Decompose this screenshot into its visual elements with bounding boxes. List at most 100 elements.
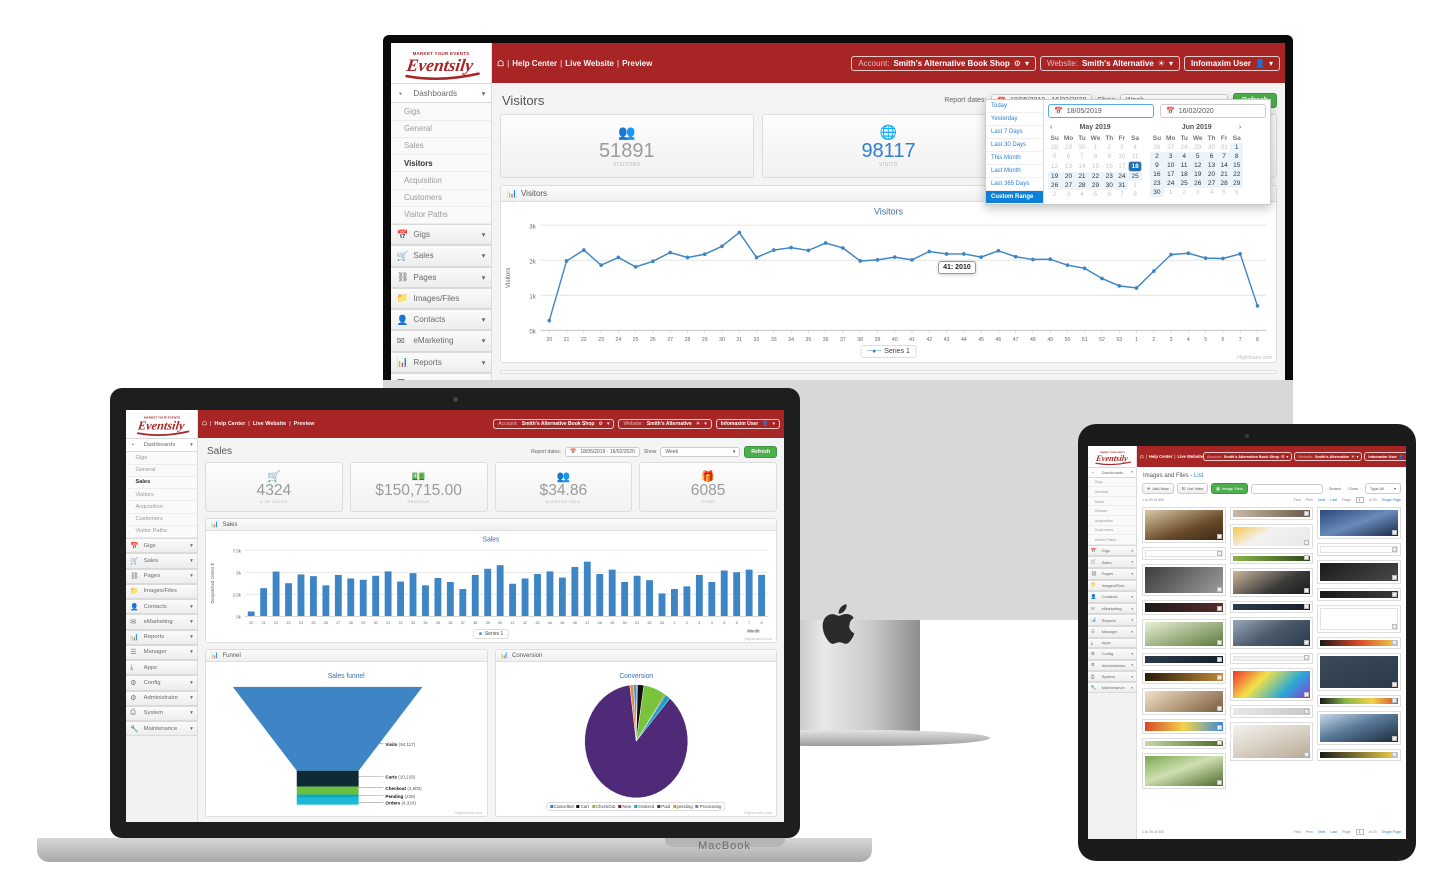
sidebar-item-customers[interactable]: Customers [126,513,197,526]
calendar-left-grid[interactable]: Su Mo Tu We Th Fr Sa 28 29 30 1 2 3 4 5 6 7 8 9 10 11 12 13 14 1… [1048,134,1143,199]
sidebar-group-apps[interactable]: ⤓ Apps [126,660,197,676]
date-range-picker[interactable]: Today Yesterday Last 7 Days Last 30 Days Thi… [985,99,1271,205]
help-center-link[interactable]: Help Center [1149,454,1173,459]
calendar-day[interactable]: 31 [1115,181,1128,190]
image-grid-item[interactable] [1317,695,1401,707]
image-grid-item[interactable] [1142,753,1226,789]
end-date-input[interactable]: 📅 16/02/2020 [1160,104,1266,118]
sidebar-item-gigs[interactable]: Gigs [1088,477,1136,488]
calendar-day[interactable]: 5 [1218,188,1230,197]
calendar-day[interactable]: 4 [1128,143,1142,152]
sidebar-item-general[interactable]: General [1088,487,1136,497]
image-grid-item[interactable] [1142,547,1226,560]
edit-icon[interactable] [1216,587,1222,592]
legend-entry[interactable]: Ordered [634,804,654,809]
sidebar-item-gigs[interactable]: Gigs [126,452,197,465]
date-preset-last-30-days[interactable]: Last 30 Days [986,139,1043,152]
image-grid-item[interactable] [1142,738,1226,749]
pager-prev[interactable]: Prev [1306,498,1313,502]
calendar-day[interactable]: 10 [1116,152,1128,161]
image-grid-item[interactable] [1142,507,1226,543]
calendar-day[interactable]: 14 [1218,161,1231,170]
user-menu[interactable]: Infomaxim User 👤 ▾ [715,419,780,429]
calendar-day[interactable]: 26 [1150,143,1163,152]
legend-entry[interactable]: Cancelled [550,804,574,809]
calendar-day[interactable]: 17 [1163,170,1178,179]
pager-next[interactable]: Next [1318,830,1325,834]
pager-page-input[interactable]: 1 [1355,497,1364,503]
sidebar-group-manager[interactable]: ☰ Manager ▾ [391,372,491,380]
calendar-day[interactable]: 6 [1103,190,1116,199]
home-icon[interactable]: ☖ [1140,454,1144,459]
calendar-day[interactable]: 15 [1088,161,1103,172]
search-button[interactable]: Search [1329,486,1342,491]
edit-icon[interactable] [1304,655,1310,660]
pager-first[interactable]: First [1294,498,1301,502]
edit-icon[interactable] [1304,640,1310,645]
date-preset-yesterday[interactable]: Yesterday [986,113,1043,126]
sidebar-group-reports[interactable]: 📊 Reports ▾ [126,629,197,645]
sidebar-item-sales[interactable]: Sales [1088,496,1136,507]
sidebar-group-gigs[interactable]: 📅 Gigs ▾ [1088,544,1136,557]
calendar-day[interactable]: 20 [1205,170,1218,179]
calendar-day[interactable]: 22 [1088,172,1103,181]
sidebar-group-contacts[interactable]: 👤 Contacts ▾ [126,599,197,615]
date-preset-last-7-days[interactable]: Last 7 Days [986,126,1043,139]
edit-icon[interactable] [1304,511,1310,516]
calendar-day[interactable]: 30 [1076,143,1088,152]
sidebar-group-apps[interactable]: ⤓ Apps [1088,637,1136,649]
calendar-day[interactable]: 26 [1190,179,1206,188]
calendar-day[interactable]: 1 [1128,181,1142,190]
pager-prev[interactable]: Prev [1306,830,1313,834]
calendar-day[interactable]: 9 [1103,152,1116,161]
legend-entry[interactable]: Cart [576,804,589,809]
next-month-button[interactable]: › [1239,124,1241,131]
sidebar-item-customers[interactable]: Customers [391,189,491,207]
calendar-day[interactable]: 1 [1088,143,1103,152]
brand-logo[interactable]: MARKET YOUR EVENTS Eventsily [391,43,492,83]
sidebar-group-maintenance[interactable]: 🔧 Maintenance ▾ [126,721,197,737]
add-new-button[interactable]: ✚ Add New [1142,483,1174,494]
calendar-day[interactable]: 24 [1115,172,1128,181]
website-selector[interactable]: Website: Smith's Alternative ☀ ▾ [618,419,712,429]
image-grid-item[interactable] [1317,749,1401,761]
image-grid-item[interactable] [1229,705,1314,718]
pager-last[interactable]: Last [1330,830,1337,834]
edit-icon[interactable] [1391,547,1397,552]
sidebar-item-general[interactable]: General [391,120,491,138]
edit-icon[interactable] [1391,592,1397,597]
calendar-day[interactable]: 4 [1076,190,1088,199]
account-selector[interactable]: Account: Smith's Alternative Book Shop ⚙… [1203,452,1293,461]
clear-button[interactable]: Clear [1348,486,1358,491]
calendar-day[interactable]: 13 [1061,161,1075,172]
sidebar-group-pages[interactable]: ⛓ Pages ▾ [126,568,197,584]
calendar-day[interactable]: 11 [1177,161,1191,170]
calendar-day[interactable]: 30 [1150,188,1164,197]
sidebar-group-emarketing[interactable]: ✉ eMarketing ▾ [1088,602,1136,615]
search-input[interactable] [1250,483,1323,494]
image-grid-item[interactable] [1229,668,1314,701]
sidebar-group-sales[interactable]: 🛒 Sales ▾ [391,245,491,267]
calendar-day[interactable]: 1 [1230,143,1244,152]
calendar-day[interactable]: 9 [1150,161,1164,170]
calendar-day[interactable]: 16 [1150,170,1164,179]
account-selector[interactable]: Account: Smith's Alternative Book Shop ⚙… [851,55,1036,71]
calendar-day[interactable]: 24 [1163,179,1178,188]
calendar-day[interactable]: 11 [1128,152,1142,161]
visitors-legend[interactable]: ─●─ Series 1 [860,345,917,358]
calendar-day[interactable]: 26 [1048,181,1062,190]
sidebar-item-acquisition[interactable]: Acquisition [1088,515,1136,526]
help-center-link[interactable]: Help Center [512,59,557,68]
calendar-day[interactable]: 23 [1102,172,1116,181]
image-grid-item[interactable] [1317,637,1401,649]
home-icon[interactable]: ☖ [202,421,207,427]
date-preset-this-month[interactable]: This Month [986,152,1043,165]
report-dates-input[interactable]: 📅 18/05/2019 - 16/02/2020 [565,447,640,457]
legend-entry[interactable]: pending [673,804,693,809]
conversion-legend[interactable]: Cancelled Cart CheckOut New Ordered Paid pendi… [546,802,726,811]
live-website-link[interactable]: Live Website [565,59,614,68]
edit-icon[interactable] [1216,675,1222,680]
pager-first[interactable]: First [1294,830,1301,834]
home-icon[interactable]: ☖ [497,59,504,68]
pager-single-page[interactable]: Single Page [1382,830,1401,834]
